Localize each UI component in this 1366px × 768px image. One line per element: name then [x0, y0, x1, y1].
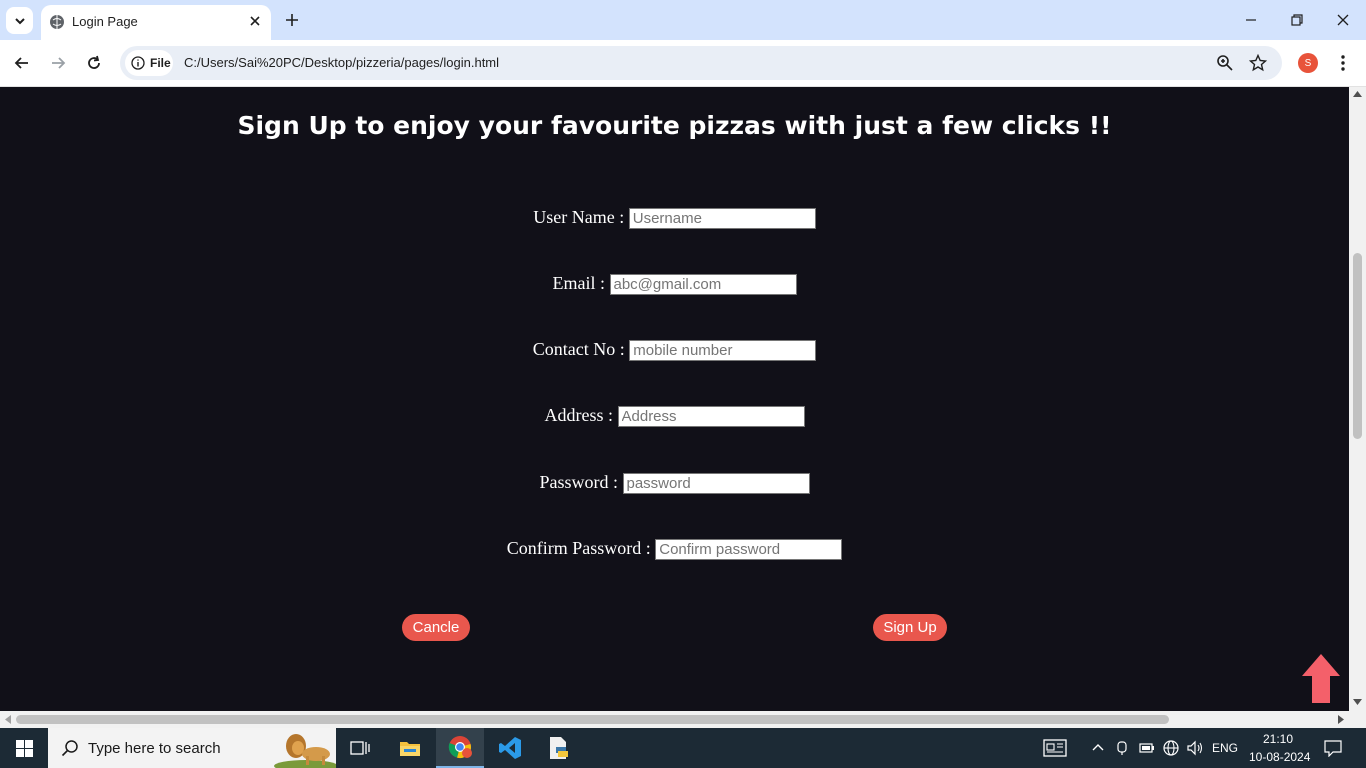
tab-title: Login Page — [72, 14, 138, 29]
tab-search-button[interactable] — [6, 7, 33, 34]
tab-login-page[interactable]: Login Page — [41, 5, 271, 40]
clock-time[interactable]: 21:10 — [1263, 732, 1293, 746]
chevron-down-icon — [14, 17, 25, 24]
email-label: Email : — [552, 273, 606, 293]
back-arrow-icon[interactable] — [12, 53, 32, 73]
vscode-taskbar-button[interactable] — [486, 728, 534, 768]
site-info-chip[interactable]: File — [125, 50, 173, 76]
contact-input[interactable] — [629, 340, 817, 362]
contact-label: Contact No : — [532, 339, 625, 359]
new-tab-icon[interactable] — [283, 11, 301, 29]
vertical-scrollbar[interactable] — [1349, 87, 1366, 711]
scroll-to-top-icon[interactable] — [1300, 652, 1342, 705]
horizontal-scroll-thumb[interactable] — [16, 715, 1169, 724]
taskbar-search-placeholder: Type here to search — [88, 740, 221, 757]
notification-icon[interactable] — [1324, 739, 1342, 757]
url-text[interactable]: C:/Users/Sai%20PC/Desktop/pizzeria/pages… — [184, 55, 499, 70]
address-row: Address : — [0, 405, 1349, 428]
scroll-left-icon[interactable] — [5, 715, 11, 724]
signup-page: Sign Up to enjoy your favourite pizzas w… — [0, 87, 1349, 711]
windows-taskbar: Type here to search ENG 21:10 10-08-2024 — [0, 728, 1366, 768]
volume-icon[interactable] — [1186, 740, 1204, 756]
profile-avatar[interactable]: S — [1298, 53, 1318, 73]
contact-row: Contact No : — [0, 339, 1349, 362]
search-icon — [61, 740, 78, 757]
scroll-down-icon[interactable] — [1353, 699, 1362, 705]
signup-button[interactable]: Sign Up — [873, 614, 947, 641]
task-view-button[interactable] — [336, 728, 384, 768]
bookmark-star-icon[interactable] — [1249, 54, 1267, 72]
globe-icon — [50, 15, 64, 29]
address-bar[interactable]: File C:/Users/Sai%20PC/Desktop/pizzeria/… — [120, 46, 1282, 80]
window-close-icon[interactable] — [1333, 10, 1353, 30]
clock-date[interactable]: 10-08-2024 — [1249, 750, 1310, 764]
scroll-up-icon[interactable] — [1353, 91, 1362, 97]
info-icon — [131, 56, 145, 70]
meet-now-icon[interactable] — [1116, 740, 1130, 756]
address-input[interactable] — [617, 406, 805, 428]
address-label: Address : — [544, 405, 614, 425]
vertical-scroll-thumb[interactable] — [1353, 253, 1362, 439]
chevron-up-icon[interactable] — [1092, 742, 1104, 752]
close-icon[interactable] — [247, 13, 263, 29]
chrome-taskbar-button[interactable] — [436, 728, 484, 768]
forward-arrow-icon[interactable] — [48, 53, 68, 73]
email-input[interactable] — [609, 274, 797, 296]
username-label: User Name : — [533, 207, 625, 227]
password-label: Password : — [539, 472, 618, 492]
minimize-icon[interactable] — [1241, 10, 1261, 30]
start-button[interactable] — [0, 728, 48, 768]
vscode-icon — [499, 737, 521, 759]
page-heading: Sign Up to enjoy your favourite pizzas w… — [237, 111, 1112, 140]
restore-icon[interactable] — [1287, 10, 1307, 30]
scrollbar-corner — [1349, 711, 1366, 728]
cancel-button[interactable]: Cancle — [402, 614, 470, 641]
browser-toolbar: File C:/Users/Sai%20PC/Desktop/pizzeria/… — [0, 40, 1366, 87]
python-file-button[interactable] — [534, 728, 582, 768]
taskbar-search-box[interactable]: Type here to search — [48, 728, 336, 768]
scroll-right-icon[interactable] — [1338, 715, 1344, 724]
zoom-icon[interactable] — [1216, 54, 1234, 72]
reload-icon[interactable] — [84, 53, 104, 73]
folder-icon — [400, 742, 420, 756]
email-row: Email : — [0, 273, 1349, 296]
password-input[interactable] — [622, 473, 810, 495]
browser-tab-strip: Login Page — [0, 0, 1366, 40]
news-widget-icon[interactable] — [1043, 739, 1067, 757]
site-info-label: File — [150, 56, 171, 70]
horizontal-scrollbar[interactable] — [0, 711, 1349, 728]
confirm-password-input[interactable] — [655, 539, 843, 561]
more-menu-icon[interactable] — [1340, 53, 1346, 73]
username-input[interactable] — [628, 208, 816, 230]
confirm-password-label: Confirm Password : — [506, 538, 651, 558]
task-view-icon — [350, 741, 370, 755]
battery-icon[interactable] — [1139, 742, 1155, 754]
confirm-password-row: Confirm Password : — [0, 538, 1349, 561]
network-globe-icon[interactable] — [1162, 739, 1180, 757]
username-row: User Name : — [0, 207, 1349, 230]
password-row: Password : — [0, 472, 1349, 495]
file-explorer-button[interactable] — [386, 728, 434, 768]
language-indicator[interactable]: ENG — [1212, 741, 1238, 755]
chrome-icon — [448, 736, 472, 758]
python-file-icon — [550, 737, 568, 759]
lion-illustration-icon — [274, 734, 336, 768]
windows-logo-icon — [15, 739, 33, 757]
